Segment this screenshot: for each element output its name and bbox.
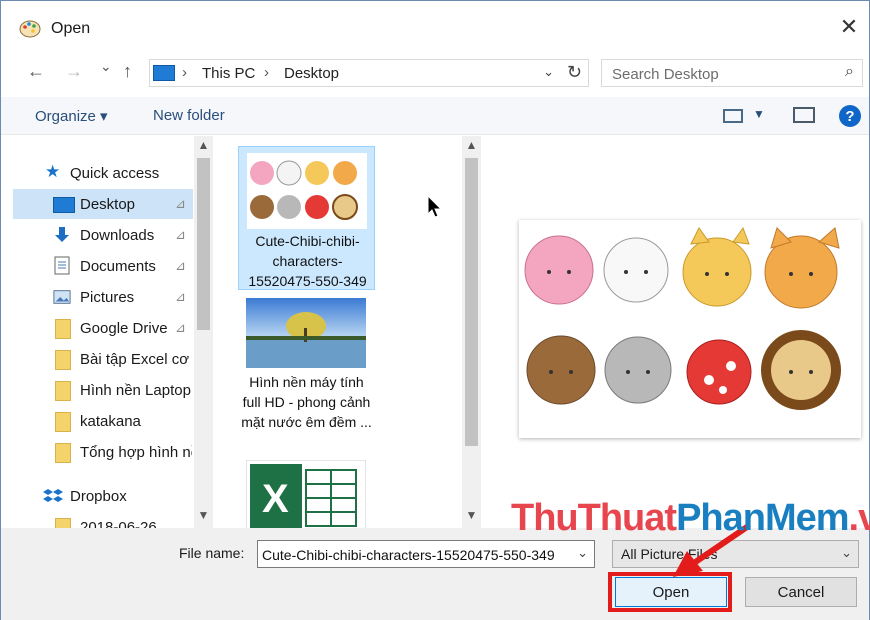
nav-item-pictures[interactable]: Pictures ⊿ (1, 282, 195, 312)
up-button[interactable]: ↑ (123, 61, 132, 82)
file-item[interactable]: X (238, 456, 375, 528)
nav-label: Quick access (70, 165, 160, 182)
star-icon: ★ (45, 162, 61, 181)
nav-label: Tổng hợp hình nền (80, 444, 192, 461)
file-item[interactable]: Hình nền máy tính full HD - phong cảnh m… (238, 296, 375, 446)
watermark: ThuThuatPhanMem.vn (511, 497, 870, 540)
pictures-icon (53, 290, 71, 304)
close-icon: ✕ (839, 14, 859, 39)
file-thumbnail (246, 298, 366, 368)
forward-button[interactable]: → (65, 61, 83, 82)
excel-file-icon: X (246, 460, 366, 528)
desktop-icon (53, 197, 75, 213)
organize-button[interactable]: Organize ▾ (35, 107, 108, 125)
folder-synced-icon (55, 412, 71, 432)
window-title: Open (51, 20, 91, 37)
address-row: ← → ⌄ ↑ › This PC › Desktop ⌄ ↻ ⌕ (1, 55, 869, 91)
nav-label: Dropbox (70, 488, 127, 505)
search-icon: ⌕ (845, 63, 854, 80)
this-pc-icon (153, 65, 175, 81)
nav-item-folder[interactable]: Tổng hợp hình nền (1, 437, 195, 467)
breadcrumb-this-pc[interactable]: This PC (202, 65, 255, 82)
file-name: Cute-Chibi-chibi-characters-15520475-550… (248, 233, 367, 289)
pin-icon: ⊿ (175, 196, 186, 211)
pin-icon: ⊿ (175, 258, 186, 273)
file-name: Hình nền máy tính full HD - phong cảnh m… (241, 374, 372, 430)
scroll-down-icon[interactable]: ▼ (462, 508, 481, 526)
refresh-icon[interactable]: ↻ (567, 62, 582, 83)
nav-label: 2018-06-26 (80, 519, 157, 528)
preview-pane-icon[interactable] (793, 107, 815, 123)
search-box[interactable]: ⌕ (601, 59, 863, 87)
nav-label: Bài tập Excel cơ bản (80, 351, 192, 368)
nav-dropbox[interactable]: Dropbox (1, 481, 195, 511)
title-bar: Open ✕ (1, 1, 869, 45)
folder-synced-icon (55, 443, 71, 463)
back-button[interactable]: ← (27, 61, 45, 82)
nav-quick-access[interactable]: ★ Quick access (1, 158, 195, 188)
chevron-down-icon[interactable]: ⌄ (577, 545, 588, 561)
help-icon[interactable]: ? (839, 105, 861, 127)
close-button[interactable]: ✕ (829, 9, 869, 45)
nav-item-folder[interactable]: Hình nền Laptop (1, 375, 195, 405)
preview-pane (483, 136, 869, 528)
folder-synced-icon (55, 381, 71, 401)
file-name-input[interactable] (262, 545, 568, 565)
pin-icon: ⊿ (175, 320, 186, 335)
watermark-part: .vn (848, 497, 870, 539)
command-bar: Organize ▾ New folder ▼ ? (1, 97, 869, 135)
dropbox-icon (43, 489, 63, 502)
mouse-cursor-icon (427, 195, 443, 218)
change-view-icon[interactable] (723, 109, 743, 123)
pin-icon: ⊿ (175, 227, 186, 242)
paint-palette-icon (19, 20, 41, 38)
scroll-up-icon[interactable]: ▲ (462, 138, 481, 156)
search-input[interactable] (612, 64, 832, 84)
breadcrumb-desktop[interactable]: Desktop (284, 65, 339, 82)
file-name-label: File name: (179, 545, 245, 561)
nav-item-desktop[interactable]: Desktop ⊿ (13, 189, 193, 219)
nav-item-google-drive[interactable]: Google Drive ⊿ (1, 313, 195, 343)
recent-locations-button[interactable]: ⌄ (100, 58, 112, 75)
watermark-part: ThuThuat (511, 497, 677, 539)
nav-scrollbar[interactable]: ▲ ▼ (194, 136, 213, 528)
folder-synced-icon (55, 350, 71, 370)
folder-icon (55, 518, 71, 528)
watermark-part: PhanMem (676, 497, 849, 539)
breadcrumb-separator: › (264, 64, 269, 81)
pin-icon: ⊿ (175, 289, 186, 304)
nav-label: Google Drive (80, 320, 168, 337)
nav-item-documents[interactable]: Documents ⊿ (1, 251, 195, 281)
scroll-thumb[interactable] (465, 158, 478, 446)
scroll-down-icon[interactable]: ▼ (194, 508, 213, 526)
file-name-combo[interactable]: ⌄ (257, 540, 595, 568)
svg-text:X: X (262, 477, 289, 521)
address-dropdown-icon[interactable]: ⌄ (543, 64, 554, 80)
breadcrumb-separator: › (182, 64, 187, 81)
file-item[interactable]: Cute-Chibi-chibi-characters-15520475-550… (238, 146, 375, 290)
new-folder-button[interactable]: New folder (153, 107, 225, 124)
scroll-up-icon[interactable]: ▲ (194, 138, 213, 156)
folder-icon (55, 319, 71, 339)
document-icon (54, 256, 70, 275)
nav-label: Hình nền Laptop (80, 382, 191, 399)
nav-item-folder[interactable]: katakana (1, 406, 195, 436)
chevron-down-icon[interactable]: ⌄ (841, 545, 852, 561)
scroll-thumb[interactable] (197, 158, 210, 330)
nav-item-folder[interactable]: 2018-06-26 (1, 512, 195, 528)
nav-label: katakana (80, 413, 141, 430)
file-list: Cute-Chibi-chibi-characters-15520475-550… (214, 136, 484, 528)
file-scrollbar[interactable]: ▲ ▼ (462, 136, 481, 528)
file-thumbnail (247, 153, 367, 229)
nav-item-downloads[interactable]: Downloads ⊿ (1, 220, 195, 250)
nav-item-folder[interactable]: Bài tập Excel cơ bản (1, 344, 195, 374)
image-preview (519, 220, 861, 438)
address-bar[interactable]: › This PC › Desktop ⌄ ↻ (149, 59, 589, 87)
cancel-button[interactable]: Cancel (745, 577, 857, 607)
view-dropdown-icon[interactable]: ▼ (753, 107, 765, 121)
chibi-characters-image (524, 226, 841, 410)
download-icon (55, 227, 69, 242)
open-dialog: Open ✕ ← → ⌄ ↑ › This PC › Desktop ⌄ ↻ ⌕… (0, 0, 870, 620)
navigation-pane: ★ Quick access Desktop ⊿ Downloads ⊿ Doc… (1, 136, 213, 528)
